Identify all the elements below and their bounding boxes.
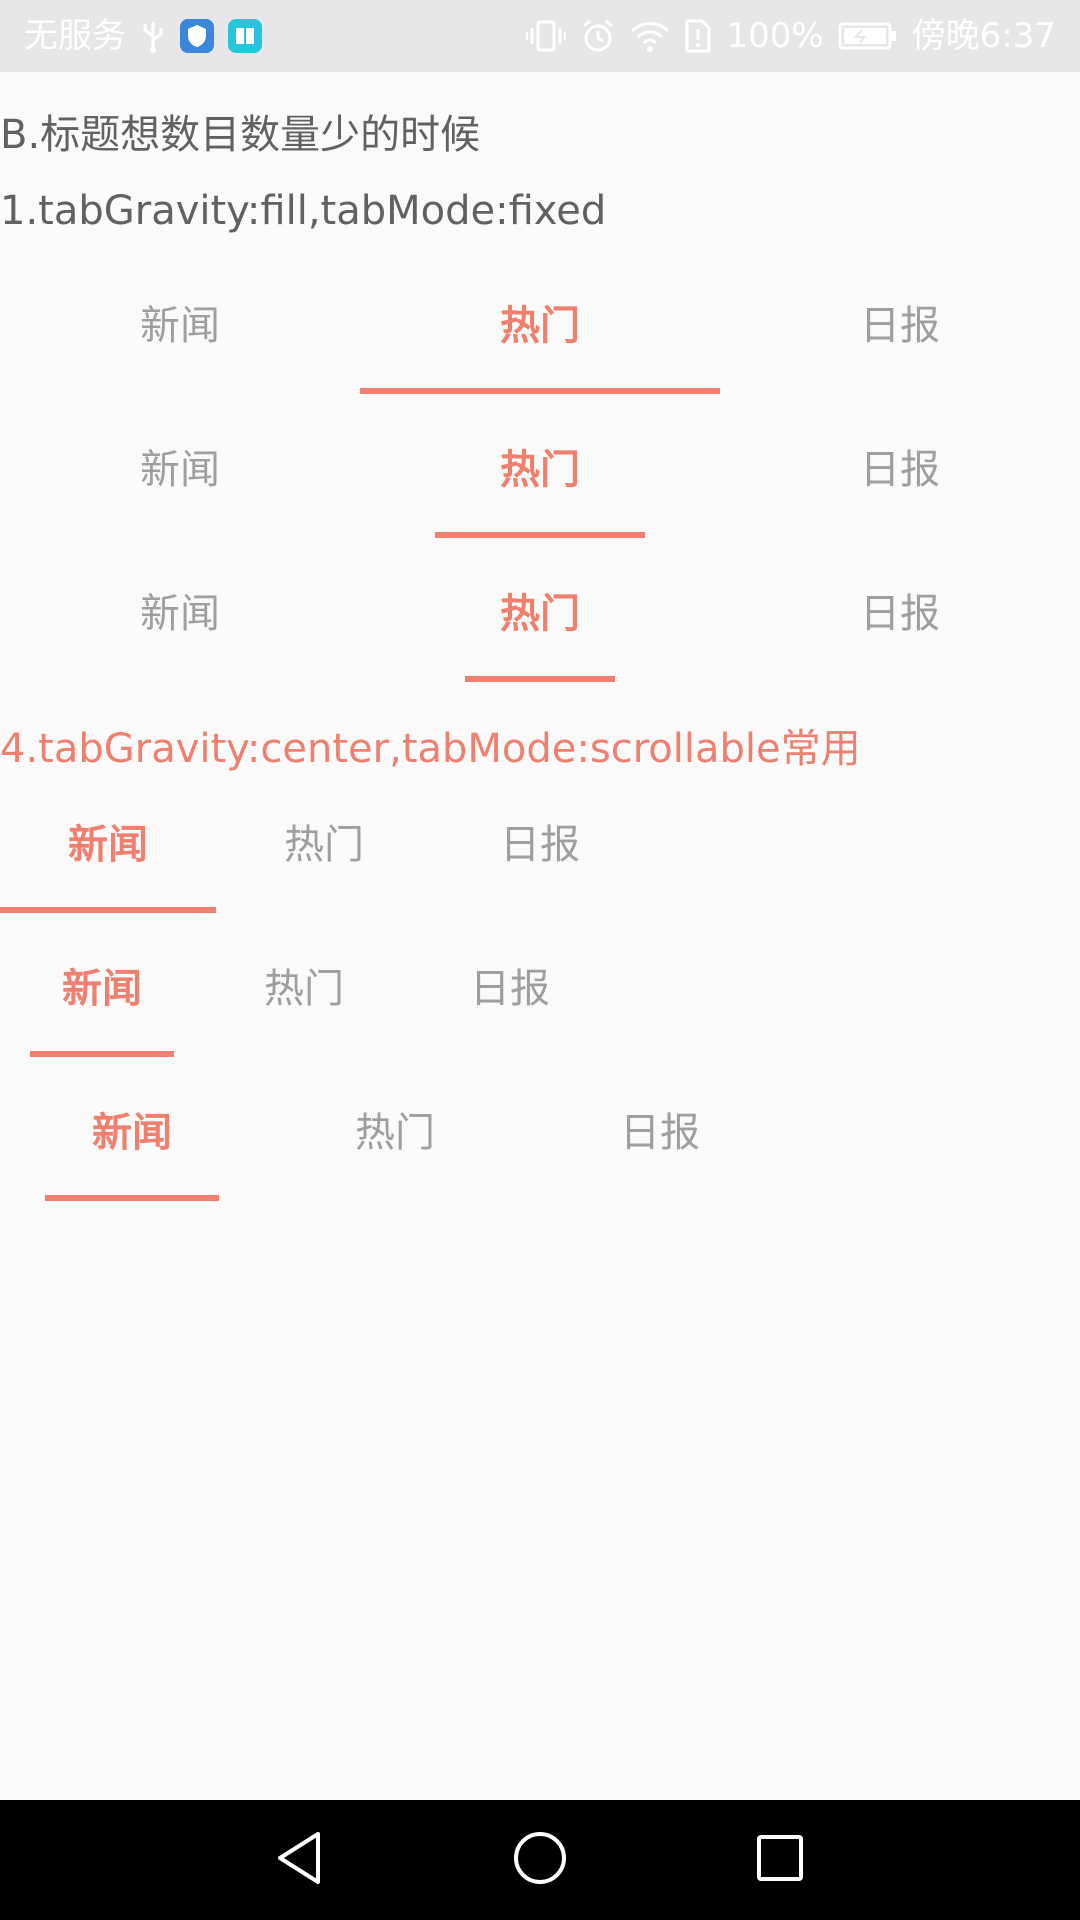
tab-daily[interactable]: 日报 xyxy=(432,769,648,913)
tab-hot[interactable]: 热门 xyxy=(360,538,720,682)
tab-hot[interactable]: 热门 xyxy=(295,1057,495,1201)
back-button[interactable] xyxy=(240,1800,360,1920)
tab-news[interactable]: 新闻 xyxy=(45,1057,219,1201)
content-area: B.标题想数目数量少的时候 1.tabGravity:fill,tabMode:… xyxy=(0,72,1080,1800)
carrier-label: 无服务 xyxy=(24,16,126,56)
tab-daily[interactable]: 日报 xyxy=(720,250,1080,394)
home-button[interactable] xyxy=(480,1800,600,1920)
tab-hot[interactable]: 热门 xyxy=(360,394,720,538)
status-bar: 无服务 100% 傍晚6:37 xyxy=(0,0,1080,72)
vibrate-icon xyxy=(526,18,567,54)
section-title-b: B.标题想数目数量少的时候 xyxy=(0,112,481,158)
tab-layout-fill-fixed-3: 新闻 热门 日报 xyxy=(0,538,1080,682)
tab-layout-scrollable-2: 新闻 热门 日报 xyxy=(0,913,1080,1057)
tab-news[interactable]: 新闻 xyxy=(30,913,174,1057)
clock: 傍晚6:37 xyxy=(911,16,1056,56)
recents-icon xyxy=(755,1833,805,1887)
tab-daily[interactable]: 日报 xyxy=(560,1057,760,1201)
section-title-1: 1.tabGravity:fill,tabMode:fixed xyxy=(0,188,607,234)
back-icon xyxy=(274,1830,326,1890)
tab-layout-scrollable-1: 新闻 热门 日报 xyxy=(0,769,1080,913)
tab-hot[interactable]: 热门 xyxy=(204,913,404,1057)
tab-news[interactable]: 新闻 xyxy=(0,538,360,682)
tab-layout-fill-fixed-2: 新闻 热门 日报 xyxy=(0,394,1080,538)
tab-daily[interactable]: 日报 xyxy=(720,538,1080,682)
status-bar-right: 100% 傍晚6:37 xyxy=(526,0,1056,72)
tab-daily[interactable]: 日报 xyxy=(410,913,610,1057)
tab-daily[interactable]: 日报 xyxy=(720,394,1080,538)
usb-icon xyxy=(140,18,166,54)
tab-news[interactable]: 新闻 xyxy=(0,769,216,913)
recents-button[interactable] xyxy=(720,1800,840,1920)
tab-layout-scrollable-3: 新闻 热门 日报 xyxy=(0,1057,1080,1201)
navigation-bar xyxy=(0,1800,1080,1920)
tab-hot[interactable]: 热门 xyxy=(360,250,720,394)
tab-indicator xyxy=(45,1195,219,1201)
shield-app-icon xyxy=(180,19,214,53)
tab-news[interactable]: 新闻 xyxy=(0,250,360,394)
home-icon xyxy=(512,1830,568,1890)
tab-news[interactable]: 新闻 xyxy=(0,394,360,538)
alarm-icon xyxy=(580,18,616,54)
wifi-icon xyxy=(630,19,670,53)
tab-indicator xyxy=(465,676,615,682)
book-app-icon xyxy=(228,19,262,53)
status-bar-left: 无服务 xyxy=(24,0,262,72)
tab-hot[interactable]: 热门 xyxy=(216,769,432,913)
sim-alert-icon xyxy=(684,18,712,54)
battery-icon xyxy=(838,21,898,51)
battery-percent: 100% xyxy=(726,16,824,56)
section-title-4: 4.tabGravity:center,tabMode:scrollable常用 xyxy=(0,726,861,772)
tab-layout-fill-fixed-1: 新闻 热门 日报 xyxy=(0,250,1080,394)
